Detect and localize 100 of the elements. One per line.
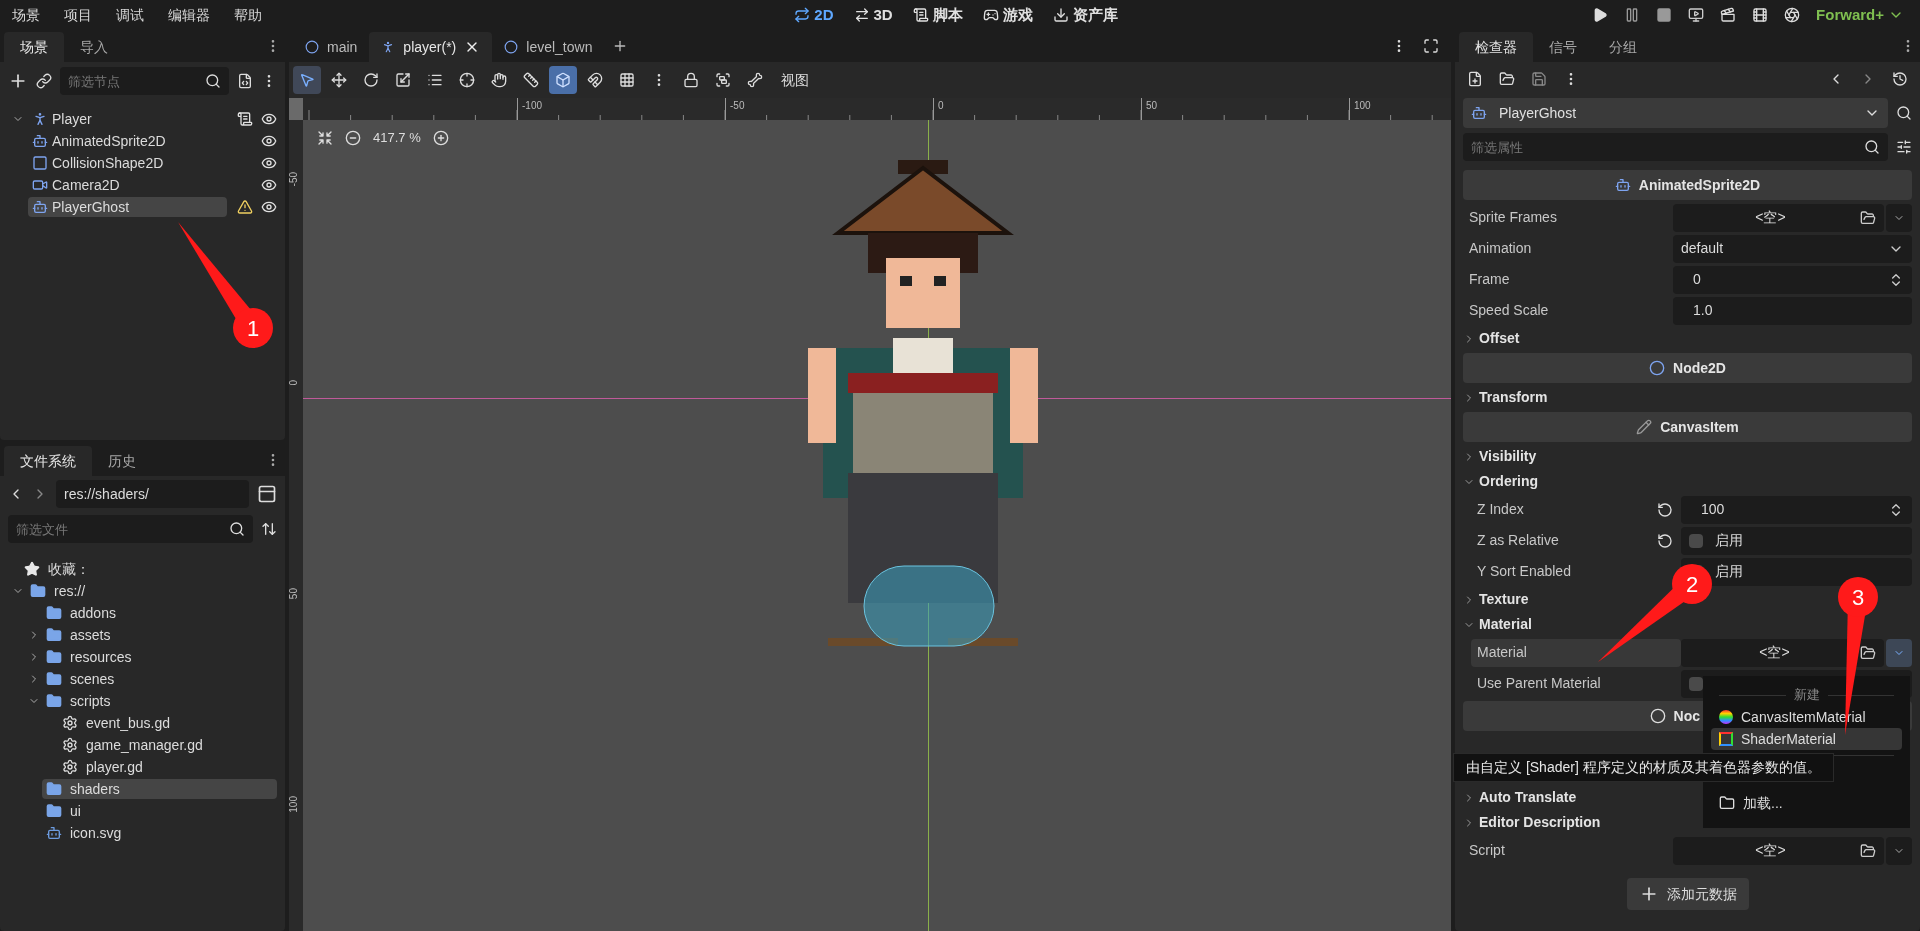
monitor-icon[interactable] xyxy=(1688,7,1705,23)
resource-picker[interactable]: <空> xyxy=(1673,203,1884,232)
zoom-level[interactable]: 417.7 % xyxy=(373,128,421,148)
add-script-icon[interactable] xyxy=(237,73,253,89)
add-metadata-button[interactable]: 添加元数据 xyxy=(1626,878,1749,910)
filter-field[interactable]: 筛选文件 xyxy=(8,515,253,543)
film-icon[interactable] xyxy=(1752,7,1769,23)
file-item[interactable]: shaders xyxy=(42,779,277,799)
menu-item[interactable]: 加载... xyxy=(1711,792,1902,814)
new-resource-icon[interactable] xyxy=(1467,71,1483,87)
path-field[interactable]: res://shaders/ xyxy=(56,480,249,508)
object-selector[interactable]: PlayerGhost xyxy=(1463,98,1888,128)
folder-icon[interactable] xyxy=(1499,71,1515,87)
workspace-tab[interactable]: 2D xyxy=(794,3,834,27)
renderer-selector[interactable]: Forward+ xyxy=(1816,3,1904,27)
number-field[interactable]: 0 xyxy=(1673,265,1912,294)
file-item[interactable]: player.gd xyxy=(58,757,277,777)
group-toggle[interactable]: Ordering xyxy=(1455,469,1547,494)
file-item[interactable]: addons xyxy=(42,603,277,623)
number-field[interactable]: 100 xyxy=(1681,495,1912,524)
tab[interactable]: 分组 xyxy=(1593,32,1653,62)
group-toggle[interactable]: Visibility xyxy=(1455,444,1545,469)
file-item[interactable]: res:// xyxy=(26,581,277,601)
menu-item[interactable]: 项目 xyxy=(60,4,96,26)
group-toggle[interactable]: Texture xyxy=(1455,587,1537,612)
movie-reel-icon[interactable] xyxy=(1784,7,1801,23)
scene-tab[interactable]: level_town xyxy=(492,32,605,62)
menu-item[interactable]: ShaderMaterial xyxy=(1711,728,1902,750)
history-icon[interactable] xyxy=(1892,71,1908,87)
tab[interactable]: 检查器 xyxy=(1459,32,1533,62)
file-item[interactable]: resources xyxy=(42,647,277,667)
tool-button[interactable] xyxy=(293,66,321,94)
zoom-out-icon[interactable] xyxy=(345,129,361,146)
eye-icon[interactable] xyxy=(261,177,277,193)
file-item[interactable]: scripts xyxy=(42,691,277,711)
scene-tab[interactable]: main xyxy=(293,32,370,62)
scene-tab[interactable]: player(*) xyxy=(369,32,493,62)
menu-item[interactable]: 帮助 xyxy=(230,4,266,26)
file-item[interactable]: icon.svg xyxy=(42,823,277,843)
resource-picker[interactable]: <空> xyxy=(1673,836,1884,865)
tab[interactable]: 场景 xyxy=(4,32,64,62)
tree-item[interactable]: PlayerGhost xyxy=(28,197,227,217)
dropdown-field[interactable]: default xyxy=(1673,234,1912,263)
eye-icon[interactable] xyxy=(261,133,277,149)
clapperboard-icon[interactable] xyxy=(1720,7,1737,23)
link-icon[interactable] xyxy=(36,73,52,89)
tab[interactable]: 信号 xyxy=(1533,32,1593,62)
section-header[interactable]: Node2D xyxy=(1463,353,1912,383)
menu-item[interactable]: 场景 xyxy=(8,4,44,26)
eye-icon[interactable] xyxy=(261,199,277,215)
group-toggle[interactable]: Editor Description xyxy=(1455,810,1609,835)
sliders-icon[interactable] xyxy=(1896,139,1912,155)
zoom-in-icon[interactable] xyxy=(432,129,449,146)
view-menu[interactable]: 视图 xyxy=(773,69,817,91)
tab[interactable]: 文件系统 xyxy=(4,446,92,476)
workspace-tab[interactable]: 脚本 xyxy=(912,3,963,27)
tab[interactable]: 导入 xyxy=(64,32,124,62)
tree-item[interactable]: AnimatedSprite2D xyxy=(28,131,227,151)
center-view-icon[interactable] xyxy=(317,129,333,146)
resource-picker[interactable]: <空> xyxy=(1681,638,1884,667)
workspace-tab[interactable]: 资产库 xyxy=(1052,3,1118,27)
filter-field[interactable]: 筛选节点 xyxy=(60,67,229,95)
tab[interactable]: 历史 xyxy=(92,446,152,476)
menu-item[interactable]: 编辑器 xyxy=(164,4,214,26)
workspace-tab[interactable]: 游戏 xyxy=(982,3,1033,27)
group-toggle[interactable]: Material xyxy=(1455,612,1540,637)
menu-item[interactable]: 调试 xyxy=(112,4,148,26)
file-item[interactable]: event_bus.gd xyxy=(58,713,277,733)
save-icon[interactable] xyxy=(1531,71,1547,87)
file-item[interactable]: game_manager.gd xyxy=(58,735,277,755)
file-item[interactable]: assets xyxy=(42,625,277,645)
revert-icon[interactable] xyxy=(1657,501,1673,518)
play-icon[interactable] xyxy=(1592,7,1609,23)
script-icon[interactable] xyxy=(237,111,253,127)
docs-search-icon[interactable] xyxy=(1896,105,1912,121)
group-toggle[interactable]: Transform xyxy=(1455,385,1556,410)
warning-icon[interactable] xyxy=(237,199,253,215)
tree-item[interactable]: Camera2D xyxy=(28,175,227,195)
number-field[interactable]: 1.0 xyxy=(1673,296,1912,325)
eye-icon[interactable] xyxy=(261,155,277,171)
section-header[interactable]: CanvasItem xyxy=(1463,412,1912,442)
panel-icon[interactable] xyxy=(257,484,277,504)
fullscreen-icon[interactable] xyxy=(1423,38,1439,54)
file-item[interactable]: ui xyxy=(42,801,277,821)
group-toggle[interactable]: Offset xyxy=(1455,326,1528,351)
checkbox[interactable] xyxy=(1689,533,1703,548)
sort-icon[interactable] xyxy=(261,521,277,537)
filter-field[interactable]: 筛选属性 xyxy=(1463,133,1888,161)
tree-item[interactable]: CollisionShape2D xyxy=(28,153,227,173)
section-header[interactable]: AnimatedSprite2D xyxy=(1463,170,1912,200)
stop-icon[interactable] xyxy=(1656,7,1673,23)
tree-item[interactable]: Player xyxy=(28,109,227,129)
tool-button[interactable] xyxy=(549,66,577,94)
favorites-label[interactable]: 收藏： xyxy=(48,558,90,580)
checkbox[interactable] xyxy=(1689,676,1703,691)
revert-icon[interactable] xyxy=(1657,532,1673,549)
file-item[interactable]: scenes xyxy=(42,669,277,689)
group-toggle[interactable]: Auto Translate xyxy=(1455,785,1585,810)
workspace-tab[interactable]: 3D xyxy=(853,3,893,27)
eye-icon[interactable] xyxy=(261,111,277,127)
